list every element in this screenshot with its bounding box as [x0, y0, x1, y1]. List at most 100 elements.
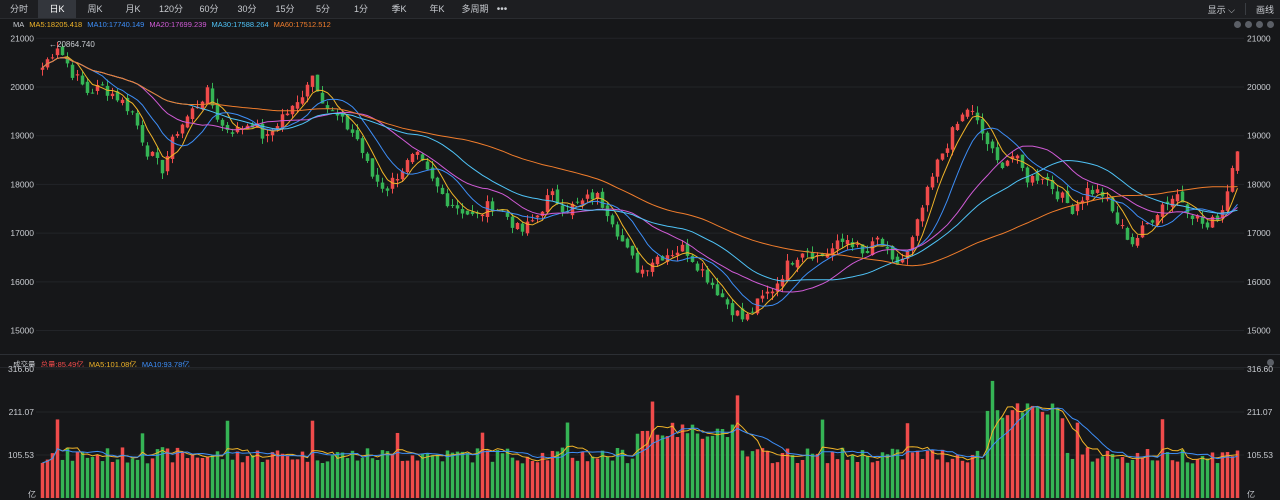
- volume-bar: [890, 448, 895, 498]
- candle-body: [280, 114, 285, 129]
- candle-body: [785, 260, 790, 281]
- volume-bar: [1130, 459, 1135, 498]
- volume-panel-controls: [1267, 359, 1274, 366]
- volume-bar: [575, 460, 580, 498]
- volume-bar: [690, 424, 695, 498]
- volume-bar: [640, 430, 645, 498]
- gear-icon[interactable]: [1267, 359, 1274, 366]
- volume-bar: [630, 458, 635, 498]
- tab-period[interactable]: 多周期: [456, 0, 494, 18]
- volume-bar: [565, 422, 570, 498]
- volume-bar: [945, 462, 950, 498]
- volume-tick-label-right: 211.07: [1247, 407, 1273, 417]
- candle-body: [435, 177, 440, 187]
- volume-bar: [1040, 411, 1045, 498]
- volume-bar: [915, 450, 920, 498]
- candle-body: [990, 141, 995, 149]
- volume-bar: [745, 456, 750, 498]
- candle-body: [550, 191, 555, 196]
- candle-body: [340, 112, 345, 117]
- tab-period[interactable]: 周K: [76, 0, 114, 18]
- volume-bar: [320, 462, 325, 498]
- tab-period[interactable]: 60分: [190, 0, 228, 18]
- candle-body: [740, 308, 745, 320]
- add-icon[interactable]: [1245, 21, 1252, 28]
- display-menu-button[interactable]: 显示 ⌵: [1208, 3, 1235, 16]
- tab-period[interactable]: 1分: [342, 0, 380, 18]
- volume-bar: [245, 456, 250, 498]
- candle-body: [690, 255, 695, 262]
- tab-period[interactable]: 日K: [38, 0, 76, 18]
- volume-bar: [680, 424, 685, 498]
- candle-body: [790, 263, 795, 265]
- volume-bar: [925, 450, 930, 498]
- tab-period[interactable]: 5分: [304, 0, 342, 18]
- candle-body: [665, 255, 670, 262]
- candle-body: [305, 84, 310, 97]
- volume-bar: [145, 463, 150, 498]
- tab-period[interactable]: 15分: [266, 0, 304, 18]
- volume-bar: [1035, 406, 1040, 498]
- candle-body: [1115, 212, 1120, 224]
- volume-bar: [585, 461, 590, 498]
- candle-body: [955, 123, 960, 130]
- volume-bar: [1085, 447, 1090, 498]
- volume-bar: [500, 453, 505, 498]
- candle-body: [580, 200, 585, 205]
- candle-body: [1060, 192, 1065, 198]
- candle-body: [1045, 176, 1050, 180]
- draw-line-button[interactable]: 画线: [1256, 3, 1274, 16]
- tab-period[interactable]: 120分: [152, 0, 190, 18]
- candle-body: [900, 258, 905, 263]
- volume-bar: [165, 448, 170, 498]
- candle-body: [85, 81, 90, 93]
- ma-line: [42, 57, 1238, 282]
- candle-body: [220, 119, 225, 126]
- candle-body: [875, 237, 880, 240]
- price-tick-label-left: 19000: [10, 131, 34, 141]
- volume-bar: [820, 419, 825, 498]
- candle-body: [375, 174, 380, 182]
- volume-bar: [505, 448, 510, 498]
- volume-bar: [190, 454, 195, 498]
- candle-body: [635, 252, 640, 273]
- volume-bar: [725, 437, 730, 498]
- tab-period[interactable]: 分时: [0, 0, 38, 18]
- volume-bar: [335, 452, 340, 498]
- gear-icon[interactable]: [1267, 21, 1274, 28]
- candle-body: [985, 132, 990, 145]
- candle-body: [165, 156, 170, 172]
- volume-bar: [1090, 461, 1095, 498]
- volume-bar: [730, 424, 735, 498]
- volume-bar: [810, 453, 815, 498]
- minimize-icon[interactable]: [1234, 21, 1241, 28]
- volume-bar: [280, 453, 285, 498]
- candle-body: [485, 201, 490, 218]
- more-periods-button[interactable]: •••: [494, 4, 510, 15]
- candle-body: [685, 243, 690, 256]
- remove-icon[interactable]: [1256, 21, 1263, 28]
- volume-bar: [660, 435, 665, 498]
- candle-body: [755, 298, 760, 314]
- candle-body: [845, 240, 850, 245]
- candle-body: [1030, 175, 1035, 183]
- candle-body: [95, 84, 100, 92]
- volume-bar: [475, 448, 480, 498]
- price-legend-items: MA5:18205.418 MA10:17740.149 MA20:17699.23…: [29, 20, 336, 29]
- candle-body: [205, 87, 210, 104]
- candle-body: [190, 108, 195, 120]
- candle-body: [1065, 190, 1070, 204]
- tab-period[interactable]: 月K: [114, 0, 152, 18]
- tab-period[interactable]: 季K: [380, 0, 418, 18]
- candle-body: [225, 124, 230, 130]
- candle-body: [625, 238, 630, 248]
- display-label: 显示: [1207, 4, 1226, 15]
- tab-period[interactable]: 30分: [228, 0, 266, 18]
- volume-bar: [365, 448, 370, 498]
- candle-body: [610, 215, 615, 225]
- tab-period[interactable]: 年K: [418, 0, 456, 18]
- candle-body: [300, 97, 305, 104]
- candle-body: [650, 262, 655, 272]
- candle-body: [255, 123, 260, 128]
- volume-tick-label-left: 211.07: [9, 407, 35, 417]
